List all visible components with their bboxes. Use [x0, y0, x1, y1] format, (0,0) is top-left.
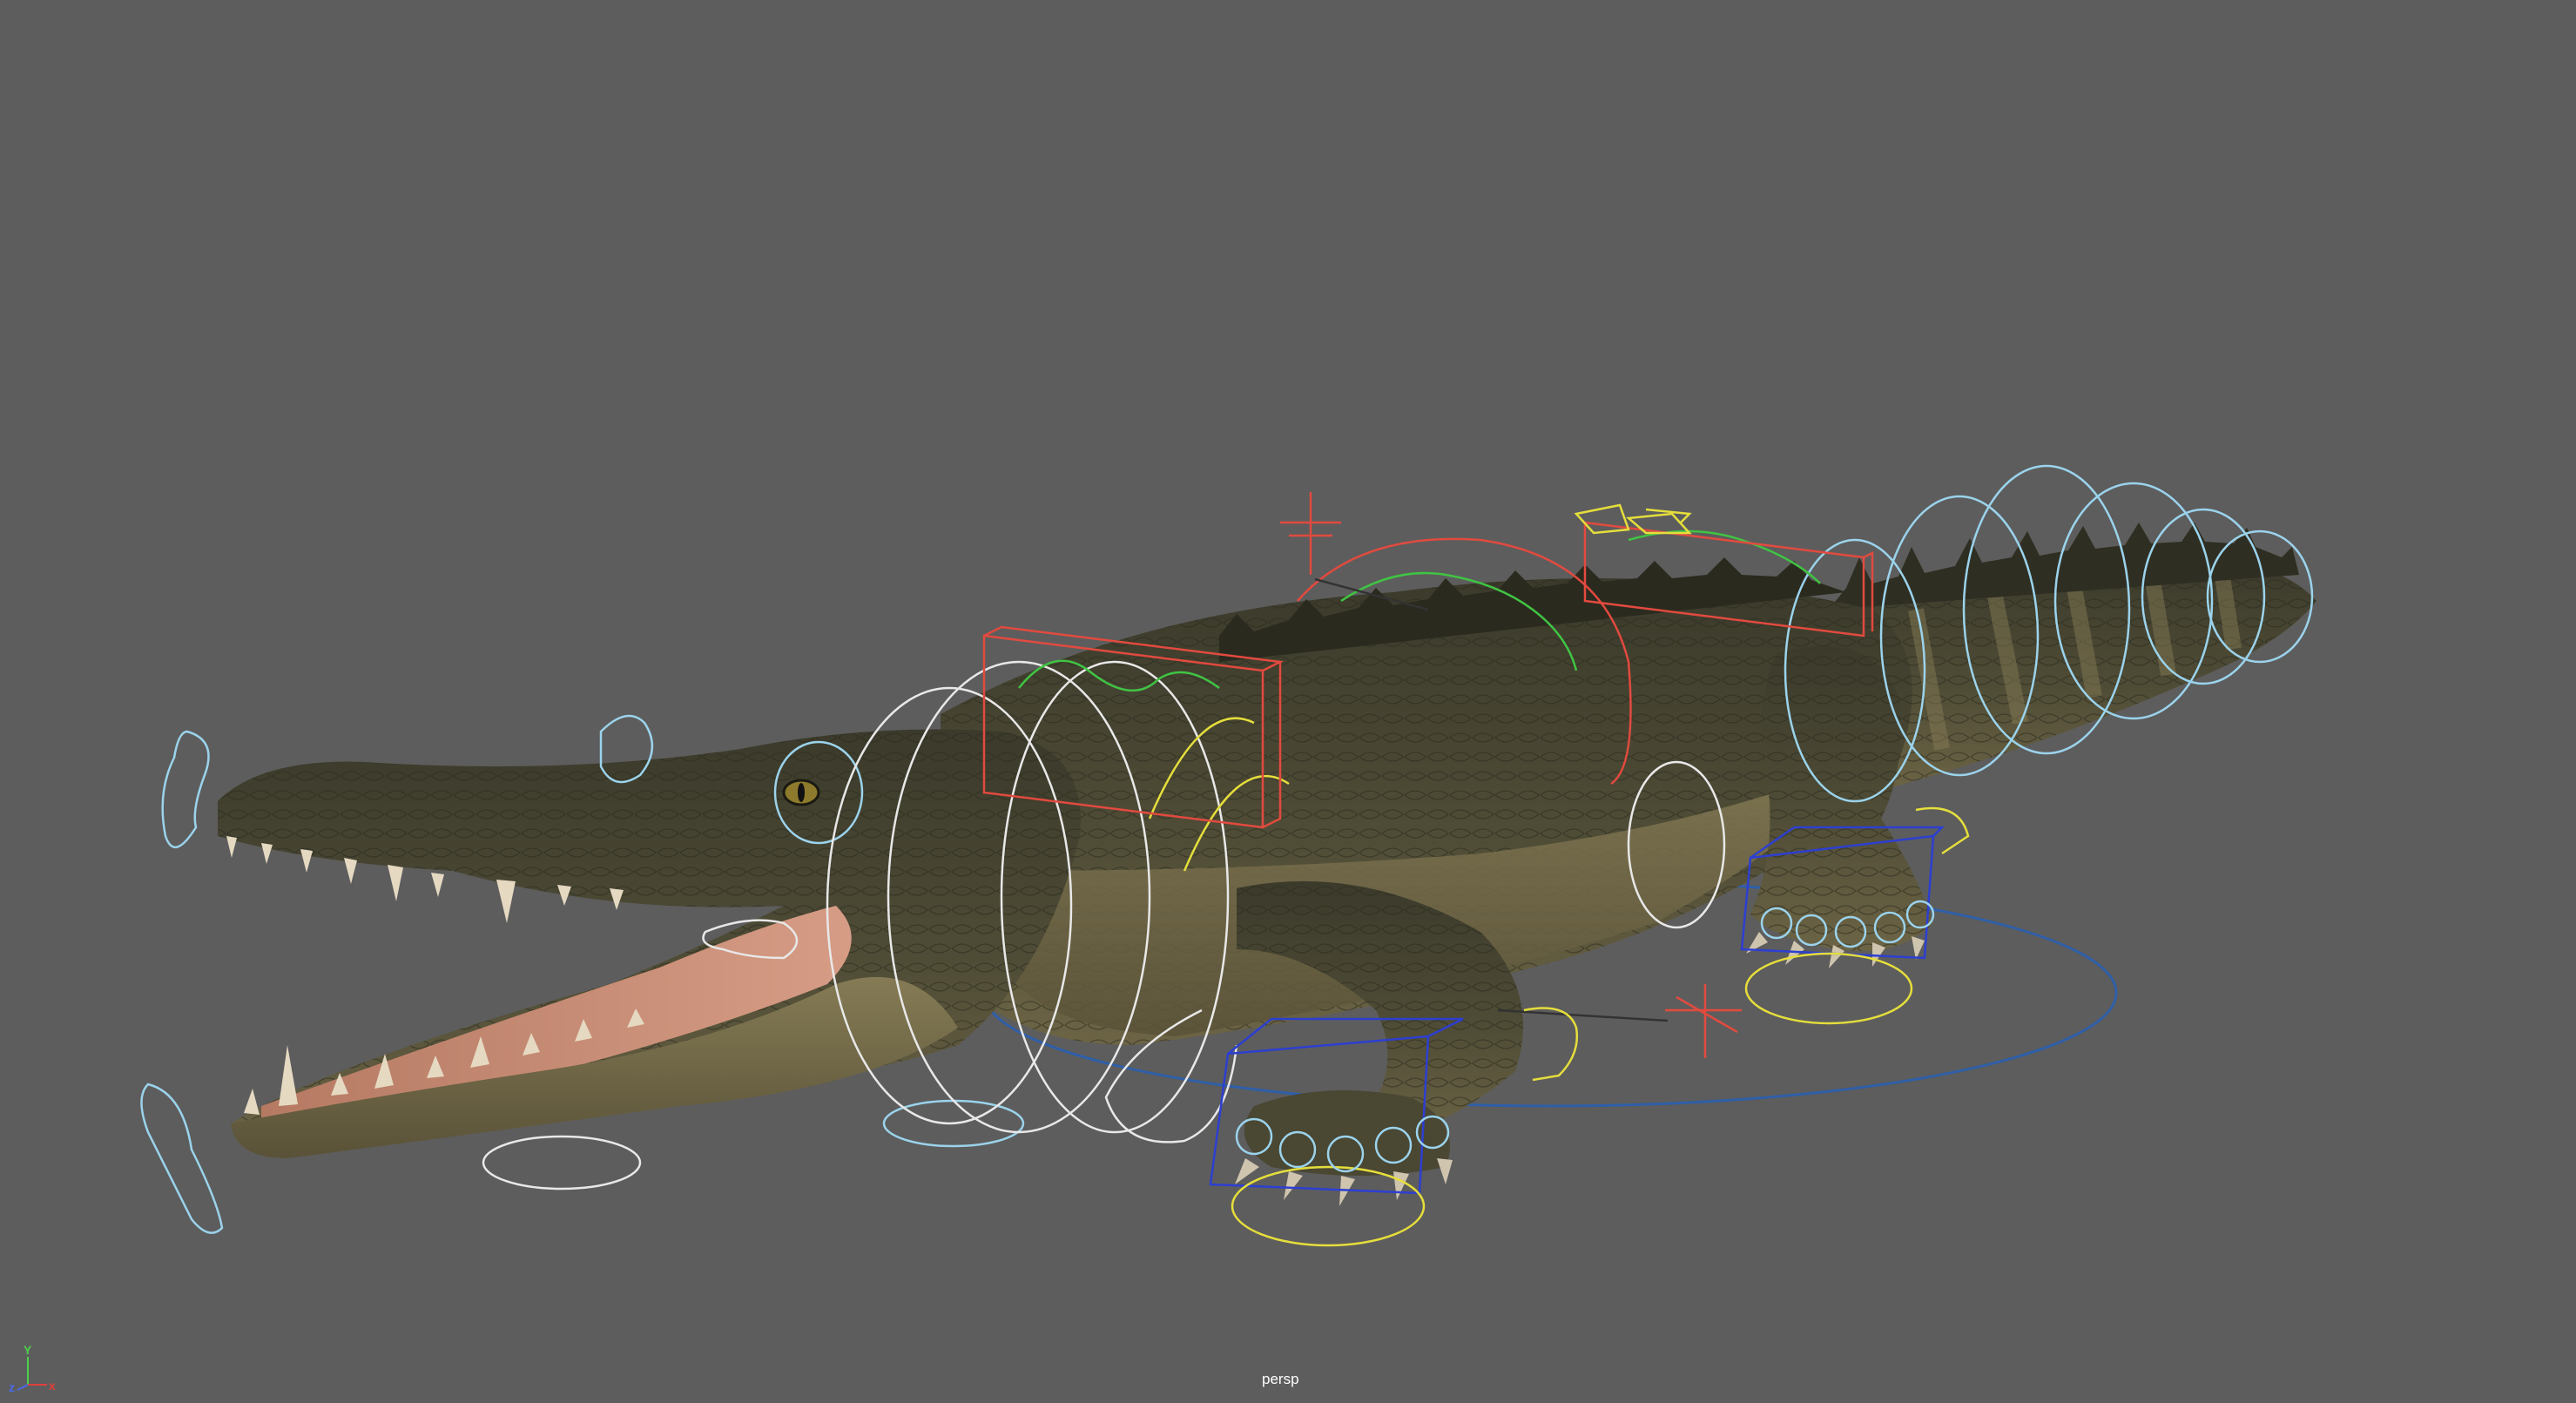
maya-perspective-viewport[interactable]: Y x z persp	[0, 0, 2576, 1403]
pole-vector-line	[1497, 1008, 1669, 1022]
crocodile-pupil	[798, 783, 805, 802]
front-foot	[1244, 1090, 1450, 1176]
front-foot-roll[interactable]	[1231, 1165, 1426, 1247]
rear-leg-pole-locator[interactable]	[1665, 984, 1742, 1058]
x-axis-label: x	[49, 1379, 56, 1393]
crocodile-model[interactable]	[218, 523, 2316, 1206]
scene-canvas[interactable]	[0, 0, 2576, 1403]
view-axis-gizmo: Y x z	[9, 1343, 56, 1393]
rear-heel-control[interactable]	[1915, 806, 1970, 855]
z-axis-line	[17, 1384, 29, 1391]
rear-foot-roll[interactable]	[1744, 952, 1913, 1025]
front-knee-control[interactable]	[1523, 1007, 1579, 1082]
camera-name-label: persp	[1262, 1371, 1299, 1387]
y-axis-label: Y	[24, 1343, 32, 1357]
lower-jaw-fk-control[interactable]	[140, 1083, 224, 1234]
snout-fk-control[interactable]	[161, 730, 210, 849]
body-locator[interactable]	[1280, 492, 1341, 575]
jaw-bottom-control[interactable]	[482, 1135, 642, 1191]
z-axis-label: z	[9, 1380, 15, 1393]
